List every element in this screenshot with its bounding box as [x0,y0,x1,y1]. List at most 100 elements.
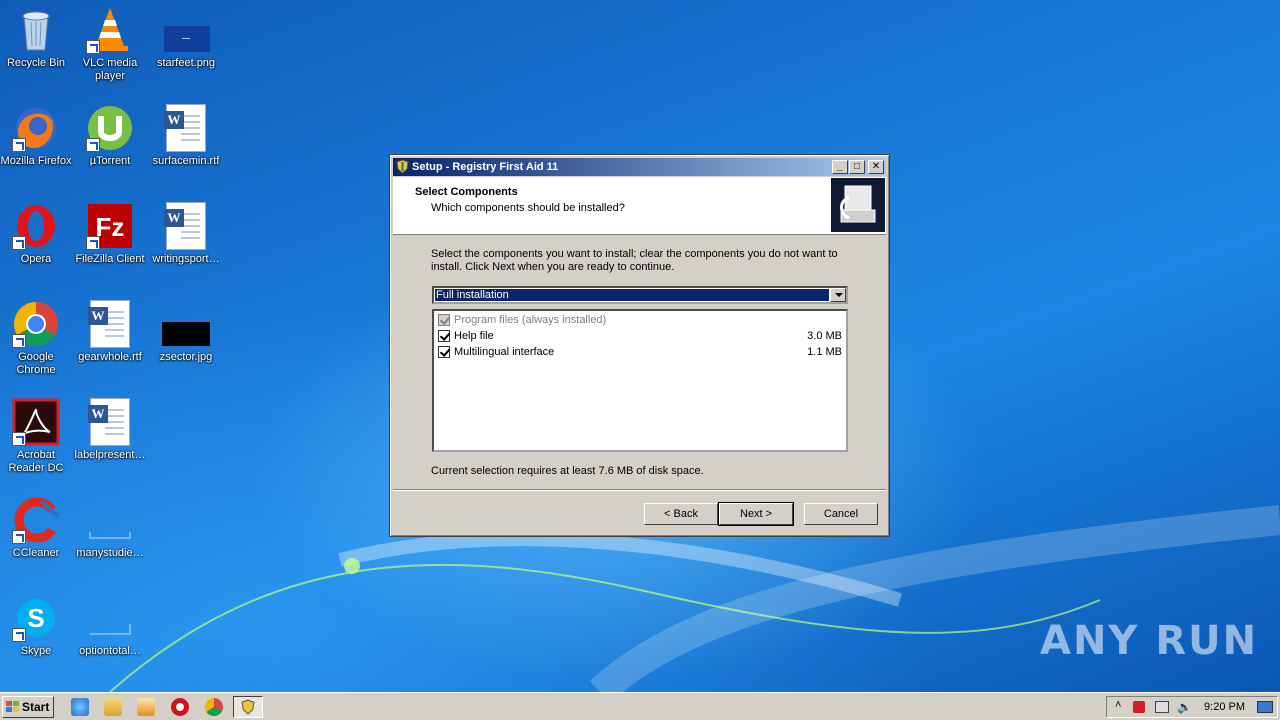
desktop-icon-label: gearwhole.rtf [78,351,142,363]
desktop-icon-acrobat[interactable]: Acrobat Reader DC [0,398,74,475]
shortcut-arrow-icon [12,530,26,544]
desktop-icon-opera[interactable]: Opera [0,202,74,266]
setup-shield-icon [241,699,255,715]
desktop-icon-skype[interactable]: S Skype [0,594,74,658]
desktop-icon-label: Google Chrome [16,351,56,376]
shortcut-arrow-icon [86,138,100,152]
utorrent-icon [86,104,134,152]
desktop-icon-filezilla[interactable]: Fz FileZilla Client [72,202,148,266]
start-button[interactable]: Start [2,696,54,718]
firefox-icon [12,104,60,152]
desktop-icon-gearwhole[interactable]: W gearwhole.rtf [72,300,148,364]
media-player-icon[interactable] [137,698,155,716]
clock[interactable]: 9:20 PM [1204,701,1245,713]
start-label: Start [22,700,50,714]
desktop-icon-label: Opera [20,253,52,265]
desktop-icon-zsector[interactable]: zsector.jpg [148,300,224,364]
component-checkbox[interactable] [438,346,450,358]
desktop-icon-label: µTorrent [89,155,131,167]
setup-shield-icon [396,159,409,174]
chevron-up-icon[interactable]: ˄ [1115,699,1121,711]
shortcut-arrow-icon [12,236,26,250]
filezilla-icon: Fz [86,202,134,250]
chevron-down-icon[interactable] [830,288,846,302]
desktop-icon-label: Recycle Bin [6,57,66,69]
desktop-icon-ccleaner[interactable]: CCleaner [0,496,74,560]
desktop-icon-label: CCleaner [12,547,60,559]
shortcut-arrow-icon [12,628,26,642]
component-size: 3.0 MB [807,330,842,342]
back-button[interactable]: < Back [644,503,718,525]
maximize-button[interactable]: □ [849,160,865,174]
acrobat-icon [12,398,60,446]
recycle-bin-icon [12,6,60,54]
system-tray: ˄ 🔈 9:20 PM [1106,696,1278,718]
shortcut-arrow-icon [12,432,26,446]
close-button[interactable]: ✕ [868,160,884,174]
desktop-icon-label: Mozilla Firefox [0,155,72,167]
windows-logo-icon [6,701,19,712]
wizard-header: Select Components Which components shoul… [393,177,886,235]
blank-file-icon [86,594,134,642]
skype-icon: S [12,594,60,642]
explorer-icon[interactable] [104,698,122,716]
component-checkbox[interactable] [438,330,450,342]
setup-taskbar-button[interactable] [233,696,263,718]
desktop-icon-label: Acrobat Reader DC [8,449,64,474]
shortcut-arrow-icon [86,40,100,54]
svg-text:S: S [27,603,44,633]
install-type-value: Full installation [435,289,829,301]
desktop-icon-chrome[interactable]: Google Chrome [0,300,74,377]
minimize-button[interactable]: _ [832,160,848,174]
component-checkbox [438,314,450,326]
word-document-icon: W [86,300,134,348]
chrome-icon [12,300,60,348]
desktop-icon-starfeet[interactable]: starfeet.png [148,6,224,70]
chrome-icon[interactable] [205,698,223,716]
desktop-icon-labelpresent[interactable]: W labelpresent… [72,398,148,462]
dialog-title: Setup - Registry First Aid 11 [412,161,559,173]
page-subtitle: Which components should be installed? [431,202,625,214]
shortcut-arrow-icon [86,236,100,250]
shortcut-arrow-icon [12,138,26,152]
opera-icon [12,202,60,250]
desktop-icon-firefox[interactable]: Mozilla Firefox [0,104,74,168]
desktop-icon-vlc[interactable]: VLC media player [72,6,148,83]
word-document-icon: W [86,398,134,446]
cancel-button[interactable]: Cancel [804,503,878,525]
opera-icon[interactable] [171,698,189,716]
show-desktop-icon[interactable] [1257,701,1273,713]
desktop-icon-recycle-bin[interactable]: Recycle Bin [0,6,74,70]
separator [393,489,886,491]
desktop-icon-label: zsector.jpg [159,351,213,363]
word-document-icon: W [162,104,210,152]
list-item[interactable]: Help file 3.0 MB [436,328,844,344]
desktop-icon-utorrent[interactable]: µTorrent [72,104,148,168]
component-label: Program files (always installed) [454,314,607,326]
desktop-icon-writingsport[interactable]: W writingsport… [148,202,224,266]
word-document-icon: W [162,202,210,250]
ie-icon[interactable] [71,698,89,716]
list-item[interactable]: Multilingual interface 1.1 MB [436,344,844,360]
action-center-icon[interactable] [1133,701,1145,713]
volume-icon[interactable]: 🔈 [1177,700,1192,714]
desktop-icon-surfacemin[interactable]: W surfacemin.rtf [148,104,224,168]
installer-logo-icon [831,178,885,232]
disk-space-requirement: Current selection requires at least 7.6 … [431,465,704,477]
instructions-text: Select the components you want to instal… [431,248,838,273]
component-label: Help file [454,330,494,342]
desktop-icon-label: writingsport… [152,253,220,265]
desktop-icon-optiontotal[interactable]: optiontotal… [72,594,148,658]
component-label: Multilingual interface [454,346,555,358]
desktop-icon-label: manystudie… [76,547,144,559]
install-type-select[interactable]: Full installation [432,286,848,304]
desktop-icon-label: VLC media player [82,57,138,82]
network-icon[interactable] [1155,701,1169,713]
image-file-icon [162,6,210,54]
next-button[interactable]: Next > [718,502,794,526]
dialog-titlebar[interactable]: Setup - Registry First Aid 11 _ □ ✕ [393,158,886,176]
desktop-icon-manystudie[interactable]: manystudie… [72,496,148,560]
image-file-icon [162,300,210,348]
desktop-icon-label: optiontotal… [79,645,141,657]
desktop-icon-label: Skype [20,645,52,657]
